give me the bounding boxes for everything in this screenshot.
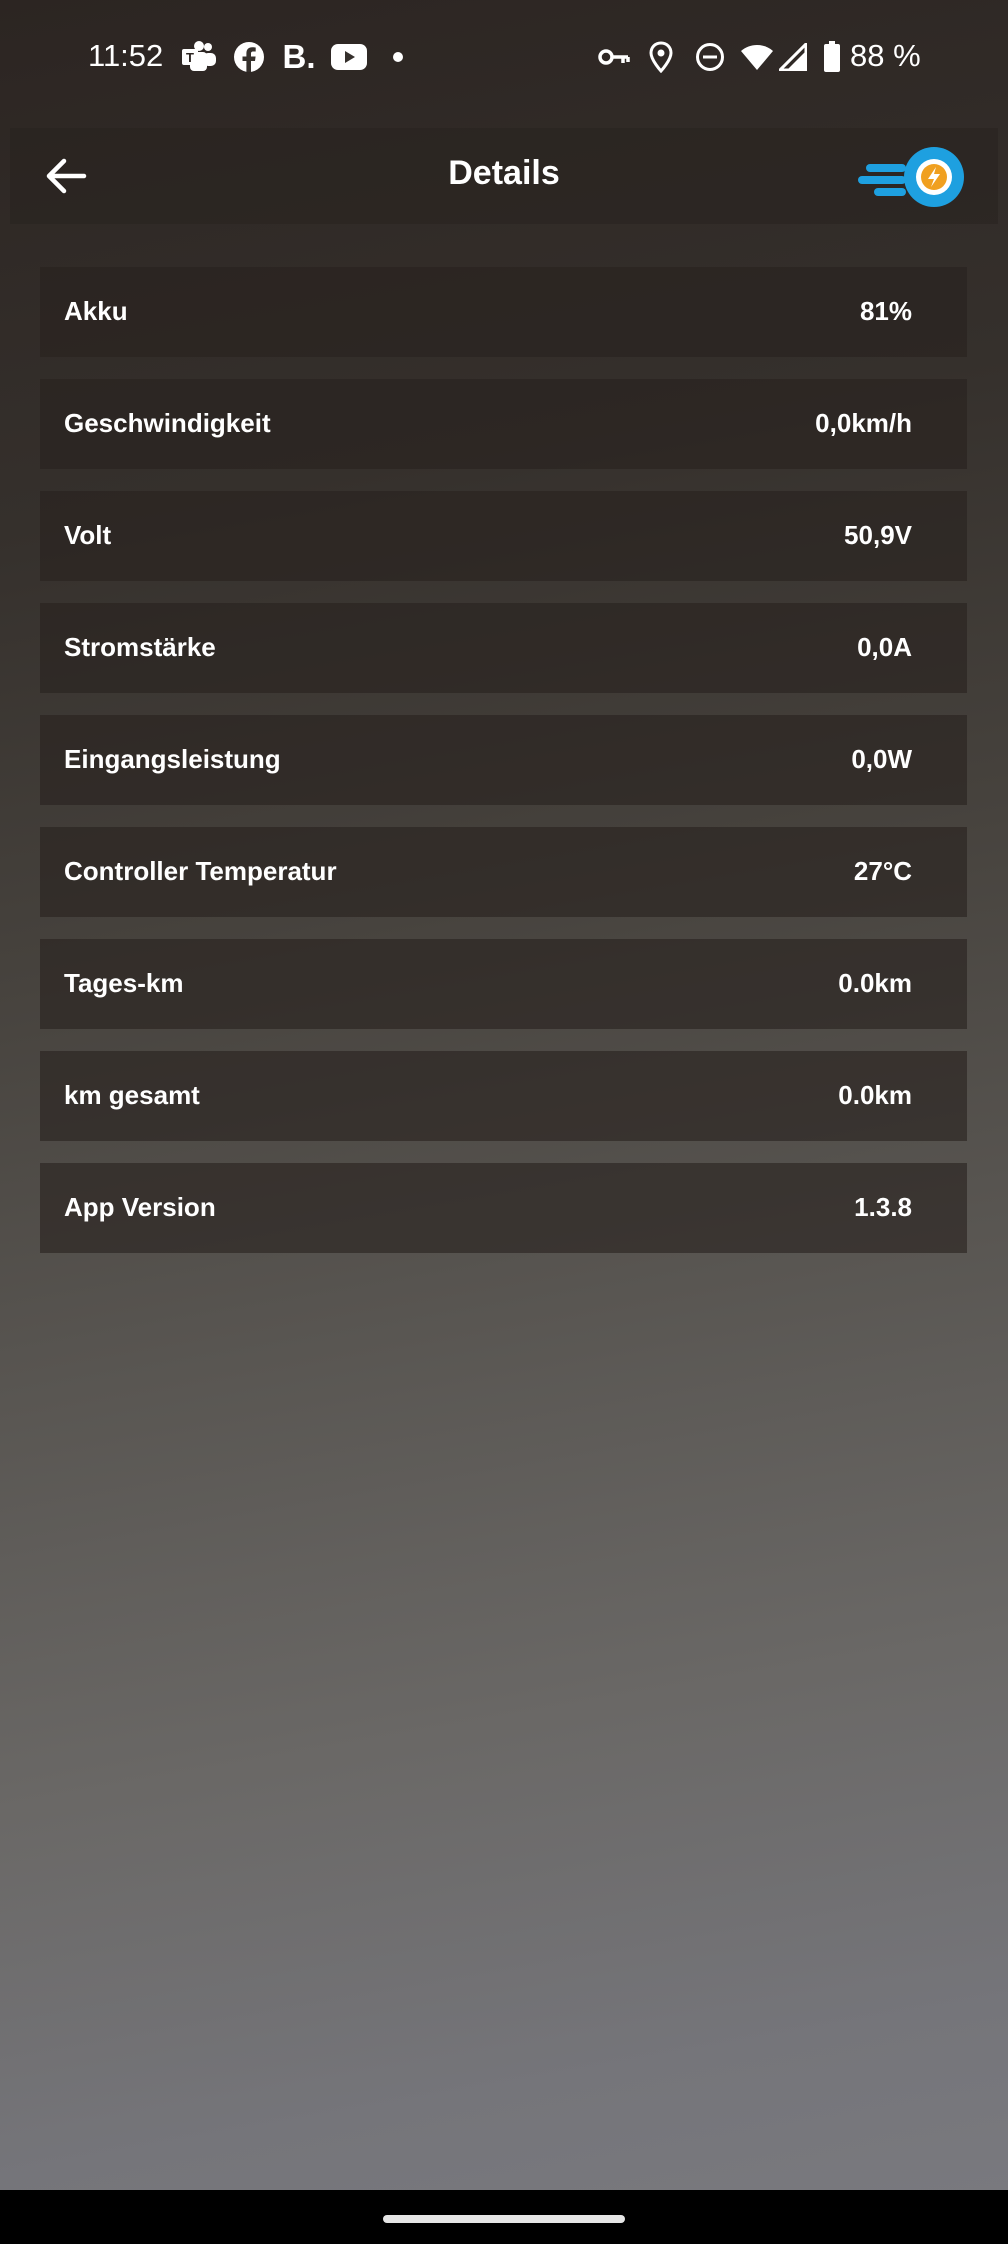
detail-label: Stromstärke [64,632,216,662]
detail-label: App Version [64,1192,216,1222]
system-nav-bar [0,2190,1008,2244]
location-icon [648,40,674,74]
teams-icon: T [180,40,218,74]
detail-row-app-version: App Version 1.3.8 [40,1163,967,1253]
speed-charge-logo-icon[interactable] [858,144,968,210]
facebook-icon [232,40,266,74]
status-bar: 11:52 T B. 88 % [0,0,1008,112]
do-not-disturb-icon [694,40,726,74]
booking-icon: B. [282,38,316,75]
wifi-icon [740,40,774,74]
detail-value: 0.0km [838,1080,912,1110]
vpn-key-icon [597,40,631,74]
detail-label: Tages-km [64,968,184,998]
detail-row-controller-temperatur: Controller Temperatur 27°C [40,827,967,917]
detail-row-km-gesamt: km gesamt 0.0km [40,1051,967,1141]
detail-value: 50,9V [844,520,912,550]
svg-text:T: T [186,50,194,65]
cell-signal-icon [778,40,808,74]
detail-row-eingangsleistung: Eingangsleistung 0,0W [40,715,967,805]
detail-label: Controller Temperatur [64,856,337,886]
detail-row-volt: Volt 50,9V [40,491,967,581]
detail-label: Geschwindigkeit [64,408,271,438]
detail-row-akku: Akku 81% [40,267,967,357]
detail-value: 81% [859,296,912,326]
detail-value: 0,0W [851,744,912,774]
detail-label: Eingangsleistung [64,744,281,774]
detail-value: 1.3.8 [854,1192,912,1222]
app-header: Details [10,128,998,224]
home-indicator[interactable] [383,2215,625,2223]
detail-row-geschwindigkeit: Geschwindigkeit 0,0km/h [40,379,967,469]
battery-percent: 88 % [850,38,921,73]
battery-icon [822,40,842,74]
detail-value: 0,0A [857,632,912,662]
detail-value: 0,0km/h [815,408,912,438]
page-title: Details [448,154,560,192]
notification-dot-icon [390,40,406,74]
detail-label: km gesamt [64,1080,200,1110]
detail-row-tages-km: Tages-km 0.0km [40,939,967,1029]
status-time: 11:52 [88,38,164,73]
detail-label: Akku [64,296,128,326]
detail-value: 0.0km [838,968,912,998]
youtube-icon [330,40,368,74]
detail-row-stromstaerke: Stromstärke 0,0A [40,603,967,693]
details-list: Akku 81% Geschwindigkeit 0,0km/h Volt 50… [40,267,967,1275]
detail-value: 27°C [853,856,912,886]
detail-label: Volt [64,520,112,550]
